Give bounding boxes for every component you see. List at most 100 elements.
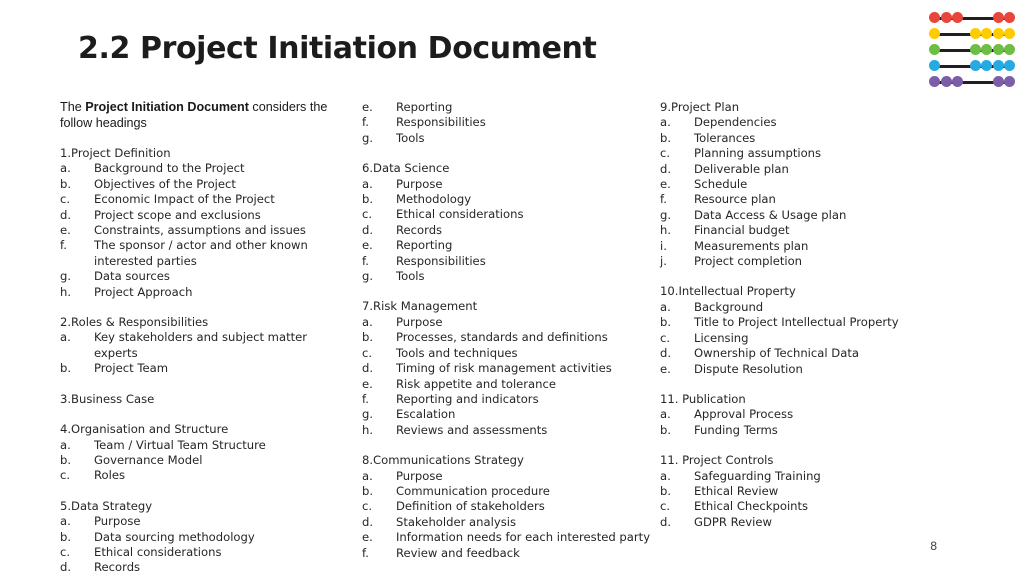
section-heading: 1.Project Definition xyxy=(60,146,171,160)
list-item-marker: c. xyxy=(60,544,71,559)
list-item-label: Responsibilities xyxy=(396,115,486,130)
list-item-marker: g. xyxy=(60,269,72,284)
list-item: b. Funding Terms xyxy=(660,423,960,438)
list-item-label: Data Access & Usage plan xyxy=(694,207,847,222)
list-item: f. Responsibilities xyxy=(362,115,652,130)
abacus-bead xyxy=(929,60,940,71)
list-item-label: Project completion xyxy=(694,254,803,269)
list-item-marker: a. xyxy=(60,437,71,452)
list-item-marker: b. xyxy=(660,422,672,437)
list-item-label: Project Approach xyxy=(94,284,193,299)
list-item: b. Communication procedure xyxy=(362,484,652,499)
list-item-label: Dispute Resolution xyxy=(694,361,803,376)
abacus-bead xyxy=(992,12,1004,23)
list-item-label: Escalation xyxy=(396,407,456,422)
list-item-marker: d. xyxy=(60,207,72,222)
outline-section: 11. Publication a. Approval Process b. Fundi… xyxy=(660,392,960,438)
list-item: f. Resource plan xyxy=(660,192,960,207)
list-item: e. Reporting xyxy=(362,100,652,115)
list-item-marker: e. xyxy=(362,530,373,545)
list-item-label: Title to Project Intellectual Property xyxy=(694,315,899,330)
outline-section: 11. Project Controls a. Safeguarding Train… xyxy=(660,453,960,530)
list-item-label: Ethical Checkpoints xyxy=(694,499,809,514)
list-item: e. Constraints, assumptions and issues xyxy=(60,223,350,238)
list-item-label: Tolerances xyxy=(694,130,756,145)
section-heading: 9.Project Plan xyxy=(660,100,740,114)
list-item-marker: i. xyxy=(660,238,667,253)
list-item: c. Ethical considerations xyxy=(362,207,652,222)
list-item-label: The sponsor / actor and other known inte… xyxy=(94,238,308,268)
list-item-label: Timing of risk management activities xyxy=(396,361,612,376)
list-item-label: Project scope and exclusions xyxy=(94,207,261,222)
abacus-bead xyxy=(929,44,940,55)
list-item-marker: c. xyxy=(660,146,671,161)
list-item-label: Purpose xyxy=(396,176,443,191)
list-item-marker: d. xyxy=(362,222,374,237)
list-item-label: Background xyxy=(694,299,764,314)
list-item: g. Tools xyxy=(362,269,652,284)
section-heading: 4.Organisation and Structure xyxy=(60,422,229,437)
list-item-marker: e. xyxy=(660,177,671,192)
abacus-row xyxy=(929,59,1015,73)
section-heading: 2.Roles & Responsibilities xyxy=(60,315,209,330)
section-heading: 11. Publication xyxy=(660,391,746,406)
section-sub-list: a. Team / Virtual Team Structure b. Governa… xyxy=(60,438,350,484)
list-item-label: Governance Model xyxy=(94,452,203,467)
section-heading: 11. Project Controls xyxy=(660,453,774,468)
list-item-marker: f. xyxy=(362,115,369,130)
abacus-bead xyxy=(1004,76,1015,87)
list-item: g. Tools xyxy=(362,131,652,146)
abacus-bead xyxy=(992,60,1004,71)
list-item-label: Records xyxy=(396,222,443,237)
abacus-bead xyxy=(981,44,992,55)
outline-section: 7.Risk Management a. Purpose b. Processes, s… xyxy=(362,299,652,438)
abacus-bead xyxy=(969,60,981,71)
list-item: g. Data sources xyxy=(60,269,350,284)
list-item-marker: h. xyxy=(660,223,672,238)
list-item: e. Risk appetite and tolerance xyxy=(362,377,652,392)
list-item: h. Project Approach xyxy=(60,285,350,300)
list-item: b. Processes, standards and definitions xyxy=(362,330,652,345)
outline-section: 10.Intellectual Property a. Background b. Ti… xyxy=(660,284,960,376)
list-item-label: Ownership of Technical Data xyxy=(694,346,859,361)
list-item-marker: c. xyxy=(362,345,373,360)
list-item-marker: a. xyxy=(60,330,71,345)
section-sub-list: a. Background b. Title to Project Intellect… xyxy=(660,300,960,377)
list-item-marker: b. xyxy=(362,483,374,498)
abacus-bead xyxy=(992,76,1004,87)
section-heading: 3.Business Case xyxy=(60,391,155,406)
list-item: d. Project scope and exclusions xyxy=(60,208,350,223)
list-item-marker: d. xyxy=(660,161,672,176)
outline-section: 2.Roles & Responsibilities a. Key stakehol… xyxy=(60,315,350,377)
list-item: d. GDPR Review xyxy=(660,515,960,530)
list-item: d. Records xyxy=(362,223,652,238)
list-item-label: Ethical considerations xyxy=(94,544,222,559)
list-item: f. Responsibilities xyxy=(362,254,652,269)
list-item: e. Reporting xyxy=(362,238,652,253)
section-heading: 6.Data Science xyxy=(362,161,450,176)
list-item: b. Ethical Review xyxy=(660,484,960,499)
list-item: a. Safeguarding Training xyxy=(660,469,960,484)
list-item-label: Measurements plan xyxy=(694,238,809,253)
list-item-marker: f. xyxy=(362,545,369,560)
list-item-marker: a. xyxy=(362,176,373,191)
outline-section: 5.Data Strategy a. Purpose b. Data sourcing … xyxy=(60,499,350,576)
list-item-marker: e. xyxy=(60,223,71,238)
list-item-label: GDPR Review xyxy=(694,514,773,529)
list-item-label: Dependencies xyxy=(694,115,777,130)
abacus-bead xyxy=(1004,44,1015,55)
list-item-marker: h. xyxy=(362,422,374,437)
list-item: a. Purpose xyxy=(362,177,652,192)
list-item-label: Processes, standards and definitions xyxy=(396,330,608,345)
page-number: 8 xyxy=(930,539,938,553)
list-item-label: Responsibilities xyxy=(396,253,486,268)
list-item-marker: g. xyxy=(362,130,374,145)
list-item-label: Resource plan xyxy=(694,192,776,207)
list-item-label: Licensing xyxy=(694,330,749,345)
list-item-marker: g. xyxy=(660,207,672,222)
abacus-bead xyxy=(940,12,952,23)
section-sub-list: a. Purpose b. Data sourcing methodology c. Et… xyxy=(60,514,350,576)
list-item-marker: h. xyxy=(60,284,72,299)
list-item: b. Objectives of the Project xyxy=(60,177,350,192)
list-item: e. Dispute Resolution xyxy=(660,362,960,377)
